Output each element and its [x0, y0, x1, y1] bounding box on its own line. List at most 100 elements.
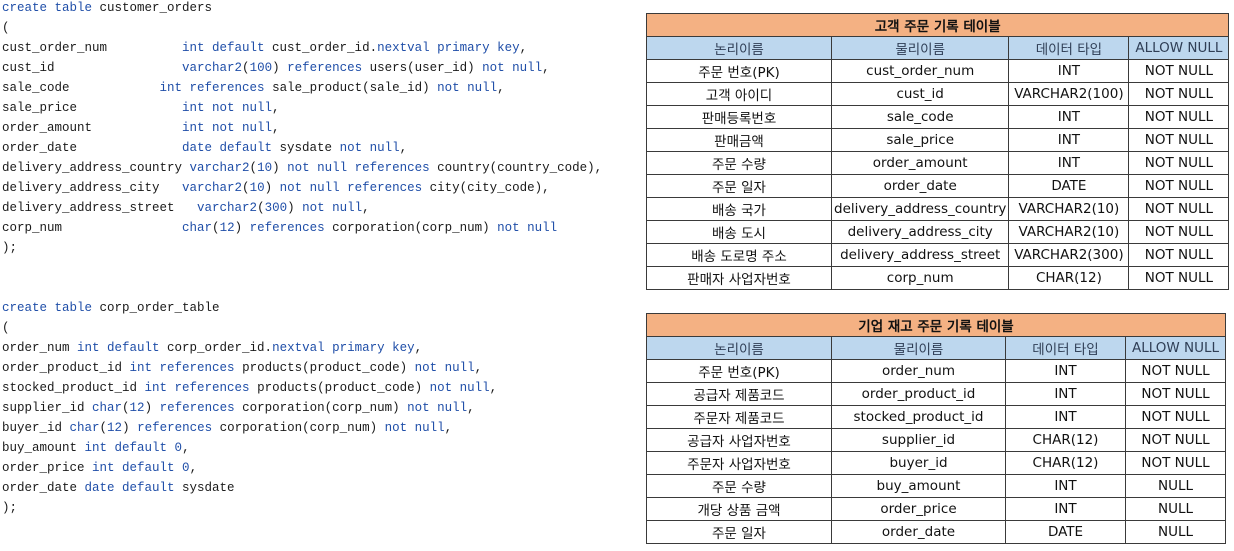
code-line: cust_id varchar2(100) references users(u…: [2, 58, 602, 78]
header-allow-null: ALLOW NULL: [1125, 336, 1226, 360]
code-text: customer_orders: [92, 1, 213, 15]
table-row: 주문 수량 order_amount INT NOT NULL: [646, 151, 1230, 175]
code-text: ): [144, 401, 160, 415]
code-text: ,: [444, 421, 453, 435]
code-line: );: [2, 498, 497, 518]
logical-name-cell: 판매등록번호: [646, 105, 832, 129]
logical-name-cell: 판매금액: [646, 128, 832, 152]
logical-name-cell: 주문 수량: [646, 474, 832, 498]
allow-null-cell: NOT NULL: [1125, 451, 1226, 475]
data-type-cell: VARCHAR2(300): [1008, 243, 1130, 267]
allow-null-cell: NOT NULL: [1125, 359, 1226, 383]
code-text: ,: [467, 401, 475, 415]
code-line: supplier_id char(12) references corporat…: [2, 398, 497, 418]
logical-name-cell: 주문 번호(PK): [646, 59, 832, 83]
code-number: 12: [107, 421, 123, 435]
code-text: (: [212, 221, 220, 235]
code-keyword: not null: [384, 421, 445, 435]
physical-name-cell: order_num: [831, 359, 1006, 383]
customer-orders-spec-table: 고객 주문 기록 테이블 논리이름 물리이름 데이터 타입 ALLOW NULL…: [645, 13, 1230, 290]
code-keyword: varchar2: [197, 201, 258, 215]
code-text: order_product_id: [2, 361, 130, 375]
code-keyword: not null: [407, 401, 468, 415]
code-line: order_price int default 0,: [2, 458, 497, 478]
code-keyword: not null: [414, 361, 475, 375]
code-text: buyer_id: [2, 421, 70, 435]
table-row: 공급자 사업자번호 supplier_id CHAR(12) NOT NULL: [646, 428, 1226, 452]
code-text: corp_order_id.: [159, 341, 273, 355]
code-keyword: not null: [482, 61, 543, 75]
header-physical-name: 물리이름: [830, 36, 1010, 60]
code-keyword: int references: [144, 381, 250, 395]
code-line: buyer_id char(12) references corporation…: [2, 418, 497, 438]
header-logical-name: 논리이름: [646, 36, 832, 60]
code-text: sale_code: [2, 81, 160, 95]
code-keyword: not null references: [287, 161, 430, 175]
allow-null-cell: NOT NULL: [1125, 382, 1226, 406]
header-physical-name: 물리이름: [831, 336, 1006, 360]
physical-name-cell: cust_order_num: [830, 59, 1010, 83]
code-line: order_date date default sysdate not null…: [2, 138, 602, 158]
code-text: sysdate: [272, 141, 340, 155]
code-line: delivery_address_country varchar2(10) no…: [2, 158, 602, 178]
table-title: 기업 재고 주문 기록 테이블: [646, 313, 1226, 337]
table-row: 주문자 제품코드 stocked_product_id INT NOT NULL: [646, 405, 1226, 429]
physical-name-cell: cust_id: [830, 82, 1010, 106]
allow-null-cell: NOT NULL: [1125, 428, 1226, 452]
code-line: );: [2, 238, 602, 258]
code-keyword: char: [182, 221, 213, 235]
code-text: (: [242, 61, 250, 75]
code-text: sale_price: [2, 101, 183, 115]
code-text: ,: [542, 61, 550, 75]
code-keyword: nextval primary key: [377, 41, 520, 55]
code-keyword: not null: [339, 141, 400, 155]
code-keyword: date default: [182, 141, 273, 155]
code-number: 12: [129, 401, 145, 415]
code-line: sale_code int references sale_product(sa…: [2, 78, 602, 98]
data-type-cell: INT: [1008, 128, 1130, 152]
code-text: users(user_id): [362, 61, 483, 75]
logical-name-cell: 판매자 사업자번호: [646, 266, 832, 290]
code-keyword: char: [69, 421, 100, 435]
code-text: corp_num: [2, 221, 183, 235]
code-text: ,: [489, 381, 498, 395]
data-type-cell: DATE: [1005, 520, 1126, 544]
logical-name-cell: 공급자 사업자번호: [646, 428, 832, 452]
code-text: delivery_address_city: [2, 181, 183, 195]
code-text: corp_order_table: [92, 301, 220, 315]
code-keyword: references: [249, 221, 325, 235]
data-type-cell: INT: [1005, 359, 1126, 383]
data-type-cell: INT: [1005, 405, 1126, 429]
physical-name-cell: delivery_address_country: [830, 197, 1010, 221]
physical-name-cell: order_date: [831, 520, 1006, 544]
code-keyword: nextval primary key: [272, 341, 415, 355]
code-line: (: [2, 318, 497, 338]
code-text: ,: [399, 141, 408, 155]
code-keyword: char: [92, 401, 123, 415]
code-text: ,: [474, 361, 483, 375]
allow-null-cell: NOT NULL: [1128, 220, 1230, 244]
code-text: products(product_code): [249, 381, 430, 395]
physical-name-cell: delivery_address_street: [830, 243, 1010, 267]
code-text: cust_order_id.: [264, 41, 378, 55]
physical-name-cell: supplier_id: [831, 428, 1006, 452]
code-text: order_num: [2, 341, 78, 355]
data-type-cell: INT: [1008, 105, 1130, 129]
code-keyword: not null: [497, 221, 558, 235]
code-text: ): [272, 61, 288, 75]
table-row: 판매금액 sale_price INT NOT NULL: [646, 128, 1230, 152]
table-row: 배송 국가 delivery_address_country VARCHAR2(10…: [646, 197, 1230, 221]
table-row: 판매등록번호 sale_code INT NOT NULL: [646, 105, 1230, 129]
allow-null-cell: NULL: [1125, 474, 1226, 498]
code-text: ,: [272, 101, 280, 115]
allow-null-cell: NOT NULL: [1128, 174, 1230, 198]
code-text: corporation(corp_num): [212, 421, 385, 435]
code-text: );: [2, 501, 18, 515]
table-row: 주문 일자 order_date DATE NOT NULL: [646, 174, 1230, 198]
code-text: (: [2, 321, 10, 335]
code-text: cust_order_num: [2, 41, 183, 55]
data-type-cell: INT: [1005, 382, 1126, 406]
corp-order-table-sql: create table corp_order_table (order_num …: [2, 298, 497, 518]
allow-null-cell: NOT NULL: [1128, 197, 1230, 221]
header-allow-null: ALLOW NULL: [1128, 36, 1230, 60]
